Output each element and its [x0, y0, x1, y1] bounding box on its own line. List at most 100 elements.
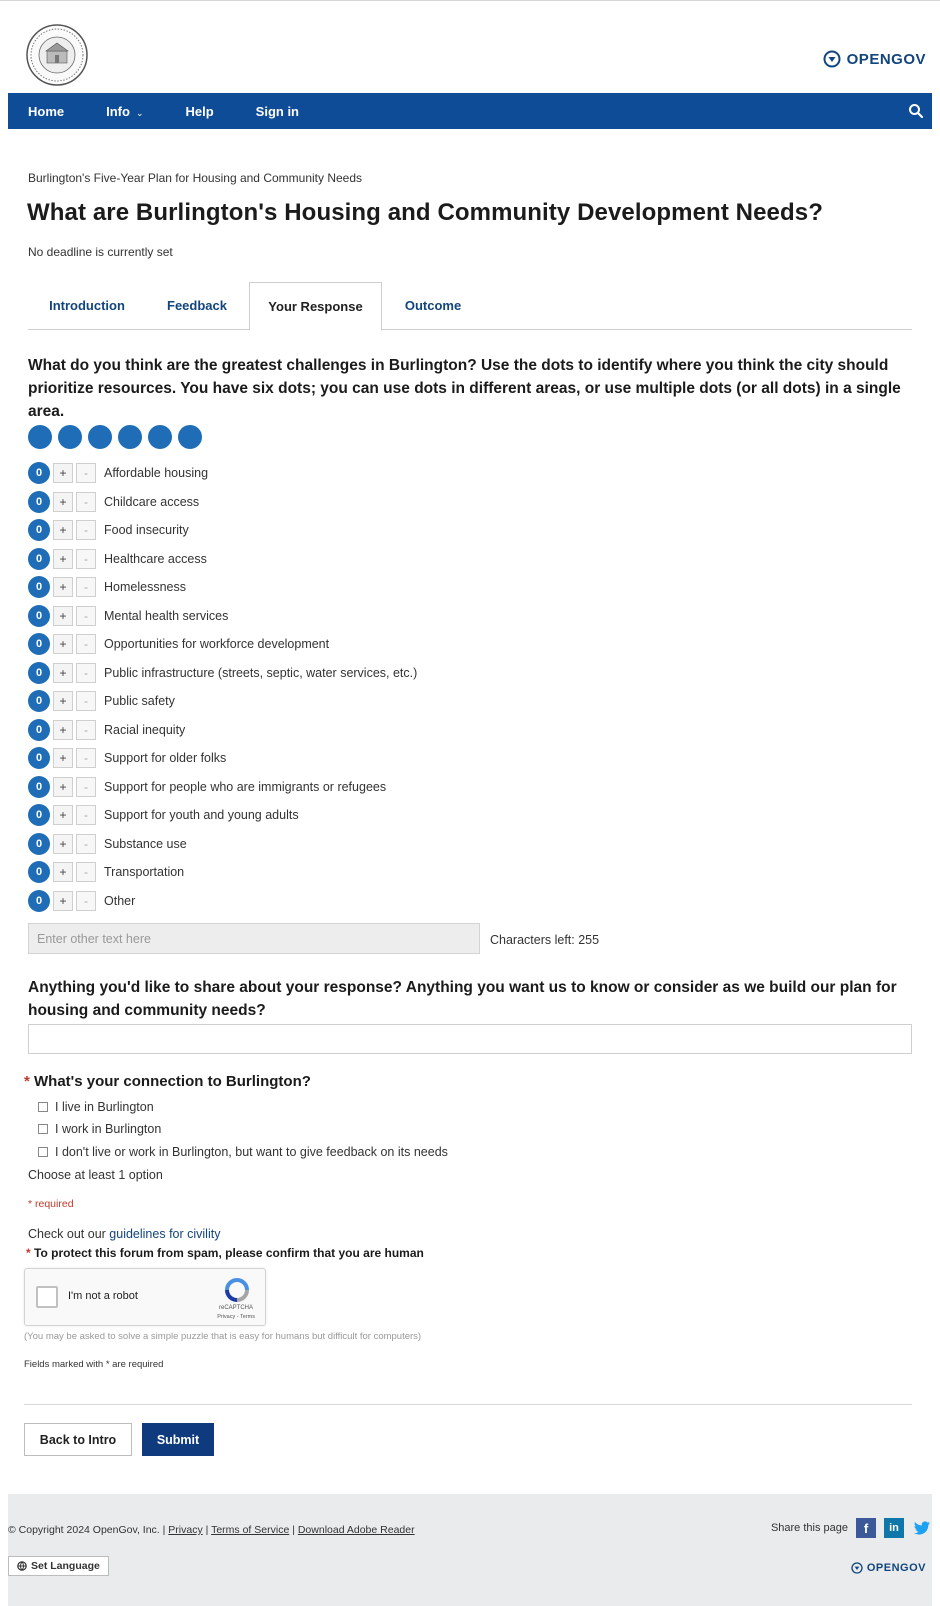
connection-option[interactable]: I don't live or work in Burlington, but … — [38, 1145, 448, 1159]
recaptcha-widget: I'm not a robot reCAPTCHA Privacy - Term… — [24, 1268, 266, 1326]
nav-sign-in[interactable]: Sign in — [256, 104, 299, 119]
opengov-circle-icon — [823, 50, 841, 68]
option-label: Substance use — [104, 837, 187, 851]
footer-opengov-logo[interactable]: OPENGOV — [851, 1562, 926, 1574]
nav-help[interactable]: Help — [186, 104, 214, 119]
divider — [24, 1404, 912, 1405]
remove-dot-button[interactable]: - — [76, 891, 96, 911]
nav-info[interactable]: Info ⌄ — [106, 104, 143, 119]
remove-dot-button[interactable]: - — [76, 577, 96, 597]
checkbox[interactable] — [38, 1102, 48, 1112]
dot-token[interactable] — [88, 425, 112, 449]
checkbox[interactable] — [38, 1147, 48, 1157]
other-text-input[interactable] — [28, 923, 480, 954]
add-dot-button[interactable]: + — [53, 463, 73, 483]
recaptcha-checkbox[interactable] — [36, 1286, 58, 1308]
add-dot-button[interactable]: + — [53, 577, 73, 597]
recaptcha-links[interactable]: Privacy - Terms — [217, 1314, 255, 1320]
dot-token[interactable] — [178, 425, 202, 449]
option-label: Racial inequity — [104, 723, 186, 737]
option-row: 0 + - Healthcare access — [28, 548, 207, 570]
option-label: Transportation — [104, 865, 185, 879]
connection-option[interactable]: I live in Burlington — [38, 1100, 154, 1114]
remove-dot-button[interactable]: - — [76, 634, 96, 654]
terms-link[interactable]: Terms of Service — [211, 1524, 289, 1536]
remove-dot-button[interactable]: - — [76, 862, 96, 882]
checkbox-label: I don't live or work in Burlington, but … — [55, 1145, 448, 1159]
remove-dot-button[interactable]: - — [76, 691, 96, 711]
add-dot-button[interactable]: + — [53, 891, 73, 911]
remove-dot-button[interactable]: - — [76, 834, 96, 854]
linkedin-icon[interactable]: in — [884, 1518, 904, 1538]
remove-dot-button[interactable]: - — [76, 748, 96, 768]
tab-outcome[interactable]: Outcome — [385, 282, 481, 330]
puzzle-note: (You may be asked to solve a simple puzz… — [24, 1331, 422, 1342]
chevron-down-icon: ⌄ — [135, 107, 144, 118]
option-row: 0 + - Opportunities for workforce developme… — [28, 633, 329, 655]
add-dot-button[interactable]: + — [53, 777, 73, 797]
add-dot-button[interactable]: + — [53, 748, 73, 768]
remove-dot-button[interactable]: - — [76, 720, 96, 740]
opengov-wordmark: OPENGOV — [846, 50, 926, 68]
dot-token[interactable] — [148, 425, 172, 449]
spam-text: To protect this forum from spam, please … — [34, 1246, 424, 1260]
dot-count-badge: 0 — [28, 491, 50, 513]
back-to-intro-button[interactable]: Back to Intro — [24, 1423, 132, 1456]
civility-guidelines-link[interactable]: guidelines for civility — [109, 1227, 220, 1241]
option-label: Public safety — [104, 694, 175, 708]
remove-dot-button[interactable]: - — [76, 463, 96, 483]
remove-dot-button[interactable]: - — [76, 777, 96, 797]
remove-dot-button[interactable]: - — [76, 805, 96, 825]
add-dot-button[interactable]: + — [53, 720, 73, 740]
dot-token[interactable] — [28, 425, 52, 449]
search-icon[interactable] — [908, 103, 924, 119]
add-dot-button[interactable]: + — [53, 691, 73, 711]
dot-count-badge: 0 — [28, 833, 50, 855]
remove-dot-button[interactable]: - — [76, 606, 96, 626]
globe-icon — [17, 1561, 27, 1571]
add-dot-button[interactable]: + — [53, 549, 73, 569]
twitter-icon[interactable] — [912, 1518, 932, 1538]
privacy-link[interactable]: Privacy — [168, 1524, 202, 1536]
add-dot-button[interactable]: + — [53, 634, 73, 654]
add-dot-button[interactable]: + — [53, 520, 73, 540]
share-response-input[interactable] — [28, 1024, 912, 1054]
remove-dot-button[interactable]: - — [76, 492, 96, 512]
page-title: What are Burlington's Housing and Commun… — [27, 199, 823, 226]
remove-dot-button[interactable]: - — [76, 520, 96, 540]
option-row: 0 + - Public safety — [28, 690, 175, 712]
main-nav: Home Info ⌄ Help Sign in — [8, 93, 932, 129]
add-dot-button[interactable]: + — [53, 606, 73, 626]
nav-home[interactable]: Home — [28, 104, 64, 119]
facebook-icon[interactable]: f — [856, 1518, 876, 1538]
dot-token[interactable] — [58, 425, 82, 449]
remove-dot-button[interactable]: - — [76, 663, 96, 683]
option-row: 0 + - Other — [28, 890, 135, 912]
add-dot-button[interactable]: + — [53, 862, 73, 882]
option-row: 0 + - Support for people who are immigrants… — [28, 776, 386, 798]
adobe-reader-link[interactable]: Download Adobe Reader — [298, 1524, 415, 1536]
set-language-button[interactable]: Set Language — [8, 1556, 109, 1576]
site-header: OPENGOV — [8, 1, 932, 93]
connection-option[interactable]: I work in Burlington — [38, 1122, 161, 1136]
dot-count-badge: 0 — [28, 804, 50, 826]
dot-count-badge: 0 — [28, 690, 50, 712]
add-dot-button[interactable]: + — [53, 834, 73, 854]
opengov-logo[interactable]: OPENGOV — [823, 50, 926, 68]
tab-feedback[interactable]: Feedback — [148, 282, 246, 330]
tab-introduction[interactable]: Introduction — [28, 282, 146, 330]
checkbox[interactable] — [38, 1124, 48, 1134]
tab-your-response[interactable]: Your Response — [249, 282, 382, 331]
dot-token[interactable] — [118, 425, 142, 449]
add-dot-button[interactable]: + — [53, 663, 73, 683]
submit-button[interactable]: Submit — [142, 1423, 214, 1456]
share-question: Anything you'd like to share about your … — [28, 979, 897, 1019]
remove-dot-button[interactable]: - — [76, 549, 96, 569]
choose-hint: Choose at least 1 option — [28, 1168, 163, 1182]
add-dot-button[interactable]: + — [53, 492, 73, 512]
copyright: © Copyright 2024 OpenGov, Inc. | Privacy… — [8, 1524, 415, 1536]
city-seal-logo — [26, 24, 88, 86]
option-label: Support for older folks — [104, 751, 227, 765]
add-dot-button[interactable]: + — [53, 805, 73, 825]
copyright-text: © Copyright 2024 OpenGov, Inc. | — [8, 1524, 169, 1536]
